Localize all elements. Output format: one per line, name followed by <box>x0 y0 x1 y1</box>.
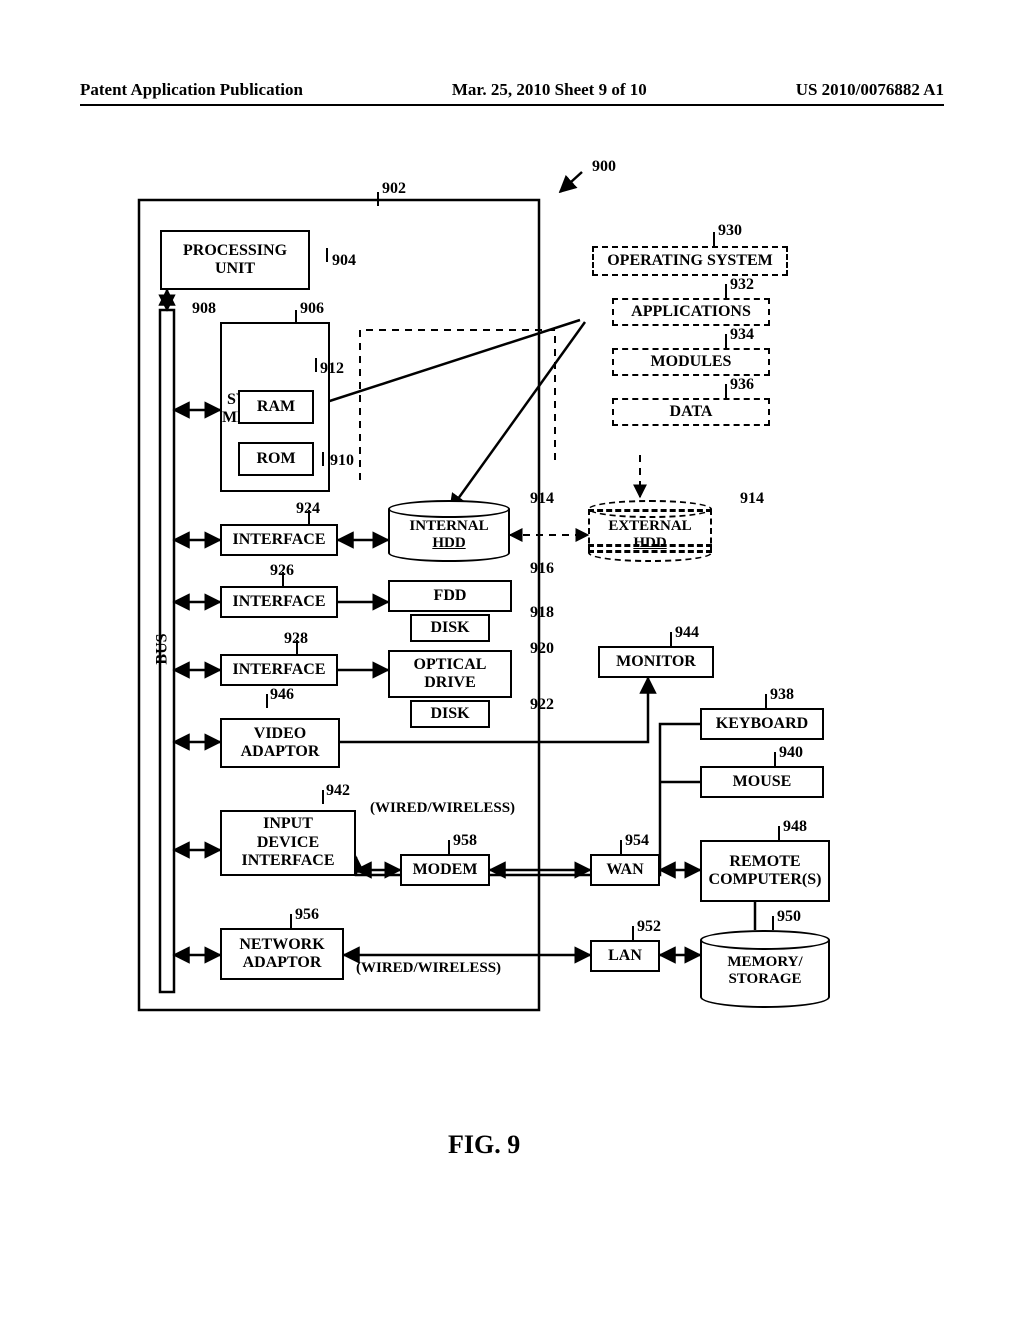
figure-label: FIG. 9 <box>448 1130 520 1160</box>
ref-920: 920 <box>530 640 554 658</box>
ref-926: 926 <box>270 562 294 580</box>
remote-computers-block: REMOTE COMPUTER(S) <box>700 840 830 902</box>
ref-906: 906 <box>300 300 324 318</box>
ref-942: 942 <box>326 782 350 800</box>
modem-block: MODEM <box>400 854 490 886</box>
network-adaptor-block: NETWORK ADAPTOR <box>220 928 344 980</box>
ref-902: 902 <box>382 180 406 198</box>
ref-908: 908 <box>192 300 216 318</box>
fdd-disk-block: DISK <box>410 614 490 642</box>
lan-block: LAN <box>590 940 660 972</box>
wired-wireless-input-label: (WIRED/WIRELESS) <box>370 800 515 817</box>
ref-948: 948 <box>783 818 807 836</box>
ref-918: 918 <box>530 604 554 622</box>
ref-938: 938 <box>770 686 794 704</box>
modules-block: MODULES <box>612 348 770 376</box>
ref-922: 922 <box>530 696 554 714</box>
ref-928: 928 <box>284 630 308 648</box>
ram-block: RAM <box>238 390 314 424</box>
ref-932: 932 <box>730 276 754 294</box>
ref-950: 950 <box>777 908 801 926</box>
keyboard-block: KEYBOARD <box>700 708 824 740</box>
fdd-block: FDD <box>388 580 512 612</box>
video-adaptor-block: VIDEO ADAPTOR <box>220 718 340 768</box>
wired-wireless-network-label: (WIRED/WIRELESS) <box>356 960 501 977</box>
ref-900: 900 <box>592 158 616 176</box>
wan-block: WAN <box>590 854 660 886</box>
ref-946: 946 <box>270 686 294 704</box>
ref-954: 954 <box>625 832 649 850</box>
ref-910: 910 <box>330 452 354 470</box>
ref-956: 956 <box>295 906 319 924</box>
ref-904: 904 <box>332 252 356 270</box>
monitor-block: MONITOR <box>598 646 714 678</box>
applications-block: APPLICATIONS <box>612 298 770 326</box>
ref-952: 952 <box>637 918 661 936</box>
optical-drive-block: OPTICAL DRIVE <box>388 650 512 698</box>
interface-926-block: INTERFACE <box>220 586 338 618</box>
ref-912: 912 <box>320 360 344 378</box>
internal-hdd-cylinder: INTERNALHDD <box>388 500 510 562</box>
external-hdd-cylinder: EXTERNALHDD <box>588 500 712 562</box>
ref-940: 940 <box>779 744 803 762</box>
data-block: DATA <box>612 398 770 426</box>
ref-914a: 914 <box>530 490 554 508</box>
diagram-stage: PROCESSING UNIT SYSTEM MEMORY RAM ROM IN… <box>0 0 1024 1320</box>
operating-system-block: OPERATING SYSTEM <box>592 246 788 276</box>
bus-label: BUS <box>154 633 172 664</box>
ref-916: 916 <box>530 560 554 578</box>
processing-unit-block: PROCESSING UNIT <box>160 230 310 290</box>
optical-disk-block: DISK <box>410 700 490 728</box>
ref-930: 930 <box>718 222 742 240</box>
rom-block: ROM <box>238 442 314 476</box>
ref-934: 934 <box>730 326 754 344</box>
interface-928-block: INTERFACE <box>220 654 338 686</box>
ref-944: 944 <box>675 624 699 642</box>
ref-914b: 914 <box>740 490 764 508</box>
input-device-interface-block: INPUT DEVICE INTERFACE <box>220 810 356 876</box>
ref-958: 958 <box>453 832 477 850</box>
ref-936: 936 <box>730 376 754 394</box>
interface-924-block: INTERFACE <box>220 524 338 556</box>
mouse-block: MOUSE <box>700 766 824 798</box>
ref-924: 924 <box>296 500 320 518</box>
memory-storage-cylinder: MEMORY/STORAGE <box>700 930 830 1008</box>
